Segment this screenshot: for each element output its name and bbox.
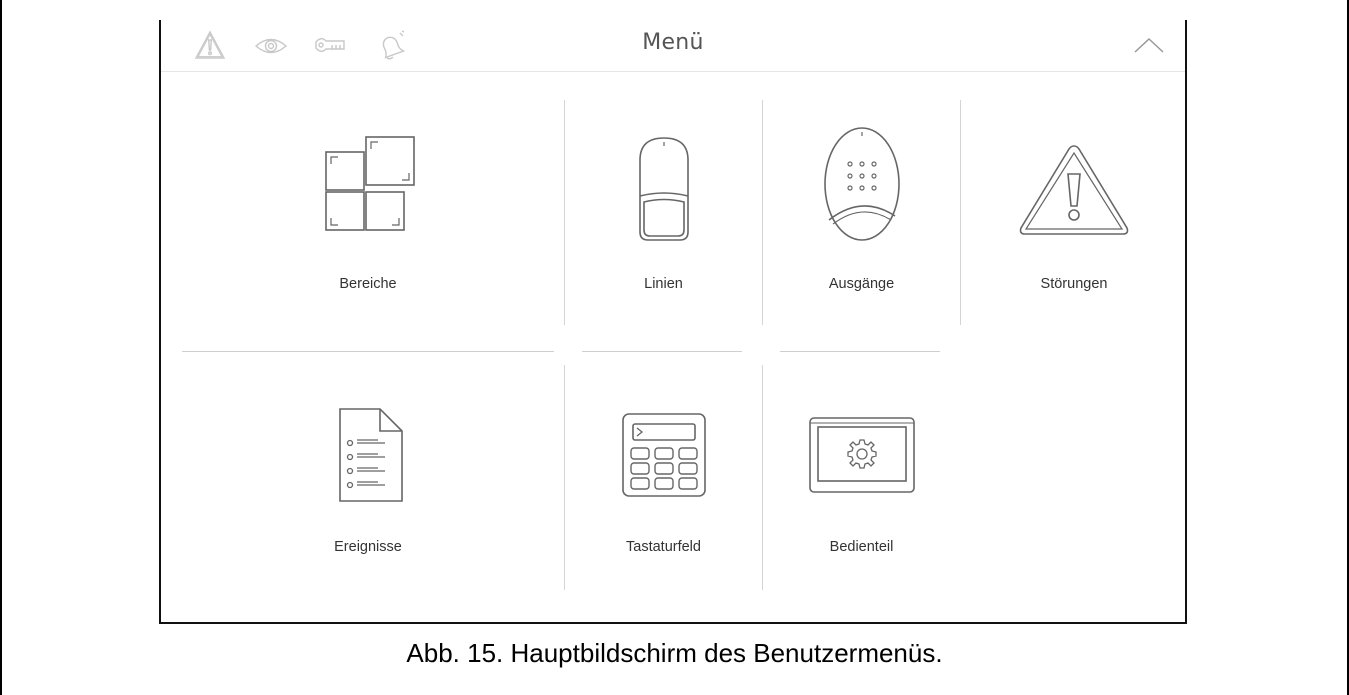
page-title: Menü [642, 30, 704, 55]
tile-label: Bedienteil [829, 539, 894, 555]
tile-label: Tastaturfeld [626, 539, 701, 555]
partitions-icon [325, 136, 415, 231]
top-bar: Menü [161, 20, 1185, 72]
tile-stoerungen[interactable]: Störungen [961, 100, 1187, 330]
touchscreen-panel: Menü Bereiche Linien Ausgänge Störungen … [159, 20, 1187, 624]
tile-label: Linien [644, 276, 683, 292]
motion-detector-icon [638, 137, 689, 241]
tile-label: Ereignisse [334, 539, 402, 555]
trouble-warning-icon [1019, 145, 1129, 235]
tile-label: Bereiche [339, 276, 397, 292]
row-divider [182, 351, 554, 352]
tile-bedienteil[interactable]: Bedienteil [763, 365, 960, 595]
tile-label: Störungen [1040, 276, 1108, 292]
tile-ereignisse[interactable]: Ereignisse [182, 365, 554, 595]
event-log-icon [339, 408, 403, 502]
chevron-up-icon[interactable] [1129, 28, 1169, 62]
row-divider [780, 351, 940, 352]
tile-ausgaenge[interactable]: Ausgänge [763, 100, 960, 330]
touchscreen-settings-icon [808, 417, 915, 493]
row-divider [582, 351, 742, 352]
tile-tastaturfeld[interactable]: Tastaturfeld [565, 365, 762, 595]
tile-linien[interactable]: Linien [565, 100, 762, 330]
tile-label: Ausgänge [828, 276, 895, 292]
siren-icon [823, 127, 900, 241]
keypad-icon [621, 413, 706, 497]
tile-bereiche[interactable]: Bereiche [182, 100, 554, 330]
figure-caption: Abb. 15. Hauptbildschirm des Benutzermen… [406, 638, 943, 668]
figure-border-left [0, 0, 2, 695]
